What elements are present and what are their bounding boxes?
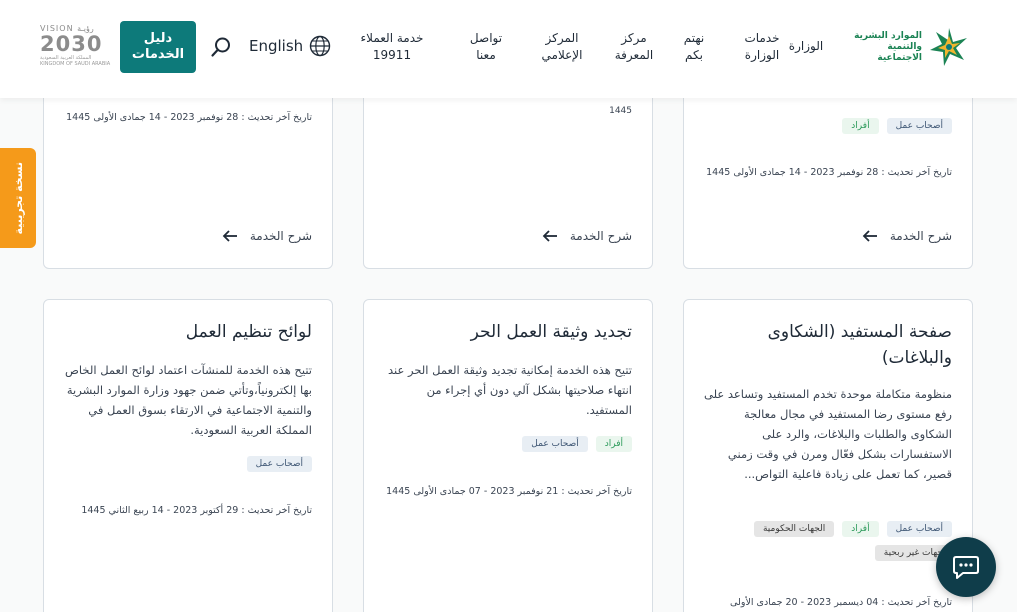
nav-we-care[interactable]: نهتم بكم: [680, 30, 708, 64]
ministry-emblem-icon: [930, 28, 967, 66]
arrow-left-icon: [222, 230, 237, 242]
service-card[interactable]: صفحة المستفيد (الشكاوى والبلاغات) منظومة…: [683, 299, 973, 612]
card-description: تتيح هذه الخدمة للمنشآت اعتماد لوائح الع…: [65, 363, 312, 437]
service-card[interactable]: لوائح تنظيم العمل تتيح هذه الخدمة للمنشآ…: [43, 299, 333, 612]
nav-media-center[interactable]: المركز الإعلامي: [538, 30, 586, 64]
beta-version-tab[interactable]: نسخة تجريبية: [0, 148, 36, 248]
nav-ministry[interactable]: الوزارة: [788, 38, 824, 55]
card-title: لوائح تنظيم العمل: [185, 322, 312, 342]
card-tags: أفراد أصحاب عمل: [522, 436, 632, 452]
last-updated: تاريخ آخر تحديث : 28 نوفمبر 2023 - 14 جم…: [706, 167, 952, 178]
chat-support-button[interactable]: [936, 537, 996, 597]
service-card[interactable]: تجديد وثيقة العمل الحر تتيح هذه الخدمة إ…: [363, 299, 653, 612]
globe-icon: [309, 35, 331, 57]
vision-year: 2030: [40, 32, 103, 56]
nav-contact-us[interactable]: تواصل معنا: [466, 30, 506, 64]
tag-individuals: أفراد: [842, 118, 879, 134]
last-updated: تاريخ آخر تحديث : 29 أكتوبر 2023 - 14 رب…: [81, 505, 312, 516]
nav-customer-service[interactable]: خدمة العملاء 19911: [356, 30, 428, 64]
tag-government-entities: الجهات الحكومية: [753, 521, 835, 537]
card-description: تتيح هذه الخدمة إمكانية تجديد وثيقة العم…: [387, 363, 632, 417]
language-label: English: [249, 37, 304, 55]
ministry-logo[interactable]: الموارد البشرية والتنمية الاجتماعية: [840, 24, 974, 70]
explain-service-link[interactable]: شرح الخدمة: [222, 229, 312, 243]
search-icon[interactable]: [209, 35, 233, 59]
tag-individuals: أفراد: [842, 521, 879, 537]
last-updated: تاريخ آخر تحديث : 28 نوفمبر 2023 - 14 جم…: [66, 112, 312, 123]
explain-service-label: شرح الخدمة: [249, 229, 312, 243]
tag-business-owners: أصحاب عمل: [886, 521, 952, 537]
card-title: صفحة المستفيد (الشكاوى والبلاغات): [767, 322, 952, 368]
last-updated: تاريخ آخر تحديث : 04 ديسمبر 2023 - 20 جم…: [730, 597, 952, 608]
chat-bubble-icon: [953, 556, 979, 579]
explain-service-link[interactable]: شرح الخدمة: [862, 229, 952, 243]
ministry-logo-text: الموارد البشرية والتنمية الاجتماعية: [854, 30, 922, 63]
language-switch[interactable]: English: [249, 35, 331, 57]
tag-business-owners: أصحاب عمل: [522, 436, 588, 452]
site-header: الموارد البشرية والتنمية الاجتماعية الوز…: [0, 0, 1017, 98]
card-tags: أصحاب عمل أفراد: [842, 118, 952, 134]
card-fragment-text: 1445: [609, 106, 632, 116]
card-title: تجديد وثيقة العمل الحر: [470, 322, 632, 342]
beta-version-label: نسخة تجريبية: [11, 161, 25, 235]
explain-service-label: شرح الخدمة: [889, 229, 952, 243]
card-tags: أصحاب عمل: [246, 456, 312, 472]
explain-service-label: شرح الخدمة: [569, 229, 632, 243]
arrow-left-icon: [542, 230, 557, 242]
card-tags: أصحاب عمل أفراد الجهات الحكومية جهات غير…: [702, 521, 952, 561]
explain-service-link[interactable]: شرح الخدمة: [542, 229, 632, 243]
tag-business-owners: أصحاب عمل: [246, 456, 312, 472]
vision-2030-logo: VISION رؤيـة 2030 المملكة العربية السعود…: [40, 24, 112, 72]
arrow-left-icon: [862, 230, 877, 242]
card-description: منظومة متكاملة موحدة تخدم المستفيد وتساع…: [703, 387, 952, 481]
nav-ministry-services[interactable]: خدمات الوزارة: [740, 30, 784, 64]
nav-knowledge-center[interactable]: مركز المعرفة: [612, 30, 656, 64]
tag-business-owners: أصحاب عمل: [886, 118, 952, 134]
last-updated: تاريخ آخر تحديث : 21 نوفمبر 2023 - 07 جم…: [386, 486, 632, 497]
services-guide-button[interactable]: دليل الخدمات: [120, 21, 196, 73]
tag-individuals: أفراد: [595, 436, 632, 452]
vision-subtitle: المملكة العربية السعودية KINGDOM OF SAUD…: [40, 55, 111, 67]
